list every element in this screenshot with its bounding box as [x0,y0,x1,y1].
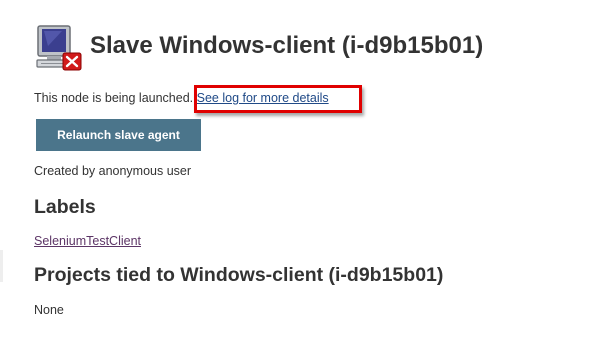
projects-empty-text: None [34,303,64,317]
labels-heading: Labels [34,196,96,218]
side-panel-edge [0,250,3,282]
projects-heading: Projects tied to Windows-client (i-d9b15… [34,264,444,286]
node-page: Slave Windows-client (i-d9b15b01) This n… [0,0,589,351]
label-link-selenium-test-client[interactable]: SeleniumTestClient [34,234,141,248]
title-row: Slave Windows-client (i-d9b15b01) [34,24,483,72]
status-text: This node is being launched. [34,91,194,105]
created-by-text: Created by anonymous user [34,164,192,178]
computer-offline-icon [34,24,84,72]
relaunch-slave-agent-button[interactable]: Relaunch slave agent [36,119,201,151]
page-title: Slave Windows-client (i-d9b15b01) [90,32,484,59]
highlight-annotation [194,85,362,113]
